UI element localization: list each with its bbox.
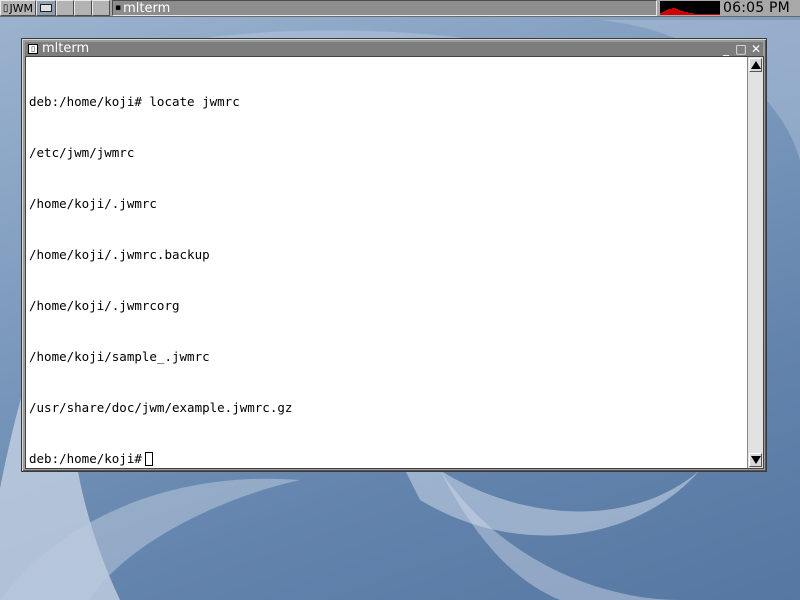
- task-button-label: mlterm: [123, 0, 171, 16]
- close-button[interactable]: ✕: [749, 43, 763, 56]
- jwm-logo-icon: ▯: [2, 2, 9, 14]
- window-title: mlterm: [42, 41, 90, 56]
- text-cursor: [144, 452, 153, 466]
- terminal-line: /home/koji/.jwmrcorg: [29, 298, 180, 313]
- prompt-line: deb:/home/koji#: [29, 450, 749, 467]
- desktop-pager-1[interactable]: [36, 0, 56, 16]
- load-graph-bar: [718, 14, 720, 15]
- mlterm-window: ▯ mlterm _ □ ✕ deb:/home/koji# locate jw…: [21, 38, 767, 472]
- root-menu-label: JWM: [9, 1, 34, 15]
- arrow-down-icon: [751, 456, 761, 464]
- minimize-button[interactable]: _: [719, 43, 733, 56]
- terminal-output: deb:/home/koji# locate jwmrc /etc/jwm/jw…: [29, 59, 749, 468]
- window-thumbnail-icon: [40, 4, 52, 12]
- desktop-pager-3[interactable]: [74, 0, 92, 16]
- taskbar: ▯ JWM ▪ mlterm 06:05 PM: [0, 0, 800, 17]
- terminal-line: /home/koji/.jwmrc.backup: [29, 247, 210, 262]
- prompt: deb:/home/koji#: [29, 451, 142, 466]
- terminal-line: /home/koji/sample_.jwmrc: [29, 349, 210, 364]
- terminal-line: /etc/jwm/jwmrc: [29, 145, 135, 160]
- terminal-icon[interactable]: ▯: [28, 44, 38, 54]
- desktop-pager-2[interactable]: [56, 0, 74, 16]
- load-graph: [660, 1, 720, 15]
- arrow-up-icon: [751, 61, 761, 69]
- clock[interactable]: 06:05 PM: [723, 0, 790, 16]
- terminal-line: /home/koji/.jwmrc: [29, 196, 157, 211]
- scroll-down-button[interactable]: [749, 453, 762, 467]
- root-menu-button[interactable]: ▯ JWM: [0, 0, 36, 16]
- terminal-line: deb:/home/koji# locate jwmrc: [29, 94, 240, 109]
- terminal-icon: ▪: [115, 3, 122, 13]
- vertical-scrollbar[interactable]: [747, 57, 763, 468]
- window-titlebar[interactable]: ▯ mlterm _ □ ✕: [25, 42, 763, 56]
- terminal-area[interactable]: deb:/home/koji# locate jwmrc /etc/jwm/jw…: [25, 56, 764, 469]
- desktop-pager-4[interactable]: [92, 0, 110, 16]
- maximize-button[interactable]: □: [734, 43, 748, 56]
- terminal-line: /usr/share/doc/jwm/example.jwmrc.gz: [29, 400, 293, 415]
- task-button-mlterm[interactable]: ▪ mlterm: [112, 0, 657, 16]
- scroll-up-button[interactable]: [749, 58, 762, 72]
